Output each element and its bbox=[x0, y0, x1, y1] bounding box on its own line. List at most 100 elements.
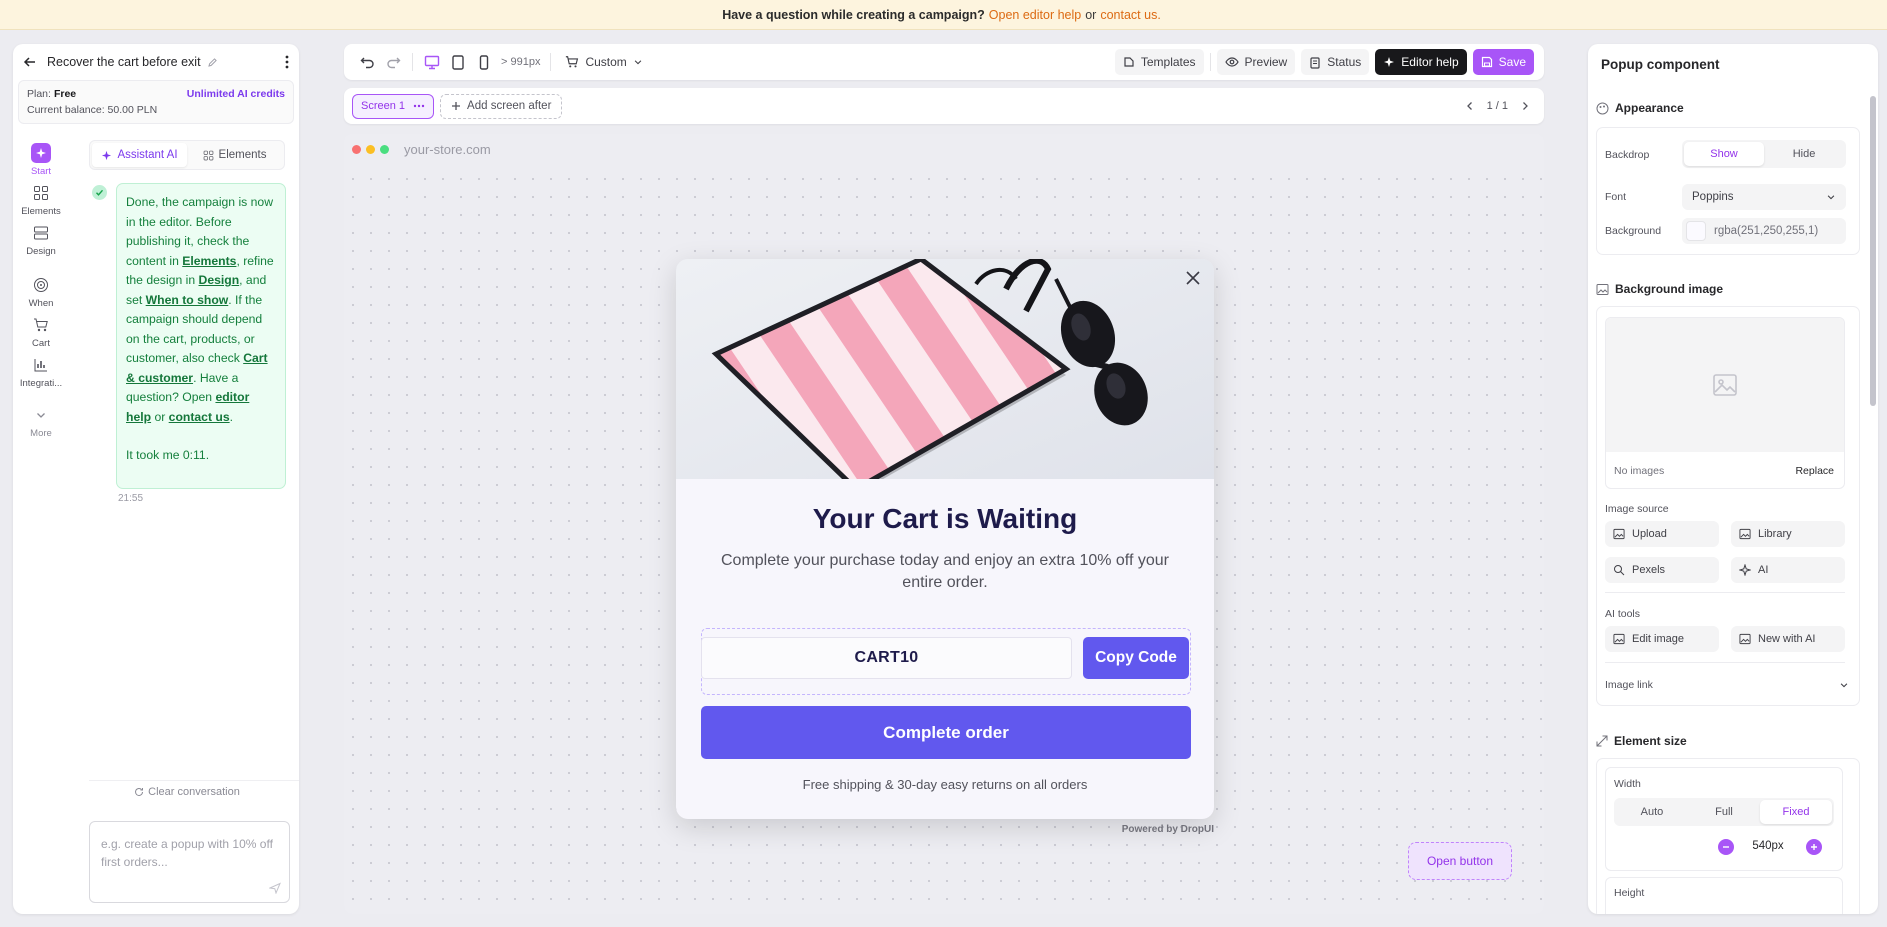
msg-text: . bbox=[229, 409, 234, 424]
credits-link[interactable]: Unlimited AI credits bbox=[187, 88, 285, 100]
popup-image[interactable] bbox=[676, 259, 1214, 479]
background-color-input[interactable]: rgba(251,250,255,1) bbox=[1682, 218, 1846, 244]
link-when-to-show[interactable]: When to show bbox=[146, 293, 229, 307]
editor-help-button[interactable]: Editor help bbox=[1375, 49, 1467, 75]
image-preview[interactable]: No images Replace bbox=[1605, 317, 1845, 489]
preview-label: Preview bbox=[1244, 55, 1288, 69]
rail-label: Design bbox=[26, 246, 56, 257]
rail-item-elements[interactable]: Elements bbox=[13, 180, 69, 220]
cart-mode-dropdown[interactable]: Custom bbox=[557, 49, 650, 75]
chevron-left-icon[interactable] bbox=[1465, 101, 1475, 111]
status-button[interactable]: Status bbox=[1301, 49, 1370, 75]
complete-order-button[interactable]: Complete order bbox=[701, 706, 1191, 759]
rail-item-more[interactable]: More bbox=[13, 402, 69, 442]
pencil-icon[interactable] bbox=[207, 57, 218, 68]
more-horizontal-icon[interactable] bbox=[413, 104, 425, 108]
width-full[interactable]: Full bbox=[1688, 800, 1760, 824]
appearance-heading[interactable]: Appearance bbox=[1596, 101, 1684, 115]
more-vertical-icon[interactable] bbox=[285, 55, 289, 69]
send-icon[interactable] bbox=[269, 882, 281, 894]
properties-panel: Popup component Appearance Backdrop Show… bbox=[1588, 44, 1878, 914]
link-design[interactable]: Design bbox=[199, 273, 240, 287]
appearance-label: Appearance bbox=[1615, 101, 1684, 115]
redo-icon[interactable] bbox=[380, 49, 406, 75]
width-fixed[interactable]: Fixed bbox=[1760, 800, 1832, 824]
desktop-view-icon[interactable] bbox=[419, 49, 445, 75]
backdrop-hide[interactable]: Hide bbox=[1764, 142, 1844, 166]
edit-image-button[interactable]: Edit image bbox=[1605, 626, 1719, 652]
grid-icon bbox=[31, 183, 51, 203]
font-select[interactable]: Poppins bbox=[1682, 184, 1846, 210]
refresh-icon bbox=[134, 787, 144, 797]
background-image-heading[interactable]: Background image bbox=[1596, 282, 1723, 296]
upload-label: Upload bbox=[1632, 528, 1667, 540]
chevron-down-icon bbox=[1839, 680, 1849, 690]
new-with-ai-button[interactable]: New with AI bbox=[1731, 626, 1845, 652]
left-panel-tabs: Assistant AI Elements bbox=[89, 140, 285, 170]
editor-help-link[interactable]: Open editor help bbox=[989, 8, 1081, 22]
popup-subtitle[interactable]: Complete your purchase today and enjoy a… bbox=[704, 550, 1186, 594]
rail-item-start[interactable]: Start bbox=[13, 140, 69, 180]
element-size-heading[interactable]: Element size bbox=[1596, 734, 1687, 748]
add-screen-label: Add screen after bbox=[467, 100, 552, 112]
rail-item-cart[interactable]: Cart bbox=[13, 312, 69, 352]
sparkle-icon bbox=[101, 150, 112, 161]
add-screen-button[interactable]: Add screen after bbox=[440, 93, 563, 119]
chevron-right-icon[interactable] bbox=[1520, 101, 1530, 111]
divider bbox=[1209, 53, 1211, 71]
backdrop-toggle: Show Hide bbox=[1682, 140, 1846, 168]
width-auto[interactable]: Auto bbox=[1616, 800, 1688, 824]
copy-code-button[interactable]: Copy Code bbox=[1083, 637, 1189, 679]
replace-button[interactable]: Replace bbox=[1795, 465, 1834, 477]
rail-item-integrations[interactable]: Integrati... bbox=[13, 352, 69, 392]
ai-source-button[interactable]: AI bbox=[1731, 557, 1845, 583]
popup-title[interactable]: Your Cart is Waiting bbox=[676, 503, 1214, 535]
rail-item-design[interactable]: Design bbox=[13, 220, 69, 260]
backdrop-show[interactable]: Show bbox=[1684, 142, 1764, 166]
banner-or: or bbox=[1085, 7, 1097, 22]
ai-source-label: AI bbox=[1758, 564, 1769, 576]
tab-elements[interactable]: Elements bbox=[187, 143, 282, 167]
editor-canvas[interactable]: your-store.com Your Cart is Waiting Comp… bbox=[344, 134, 1544, 914]
color-swatch[interactable] bbox=[1686, 221, 1706, 241]
preview-button[interactable]: Preview bbox=[1216, 49, 1296, 75]
clear-conversation-button[interactable]: Clear conversation bbox=[89, 786, 285, 798]
plus-icon[interactable] bbox=[1806, 839, 1822, 855]
popup-footer-text[interactable]: Free shipping & 30-day easy returns on a… bbox=[676, 777, 1214, 792]
open-button[interactable]: Open button bbox=[1408, 842, 1512, 880]
mobile-view-icon[interactable] bbox=[471, 49, 497, 75]
upload-button[interactable]: Upload bbox=[1605, 521, 1719, 547]
tab-assistant-ai[interactable]: Assistant AI bbox=[92, 143, 187, 167]
rail-item-when[interactable]: When bbox=[13, 272, 69, 312]
close-icon[interactable] bbox=[1180, 265, 1206, 291]
undo-icon[interactable] bbox=[354, 49, 380, 75]
templates-label: Templates bbox=[1140, 55, 1196, 69]
save-label: Save bbox=[1498, 55, 1526, 69]
message-time: 21:55 bbox=[118, 493, 144, 504]
width-value[interactable]: 540px bbox=[1740, 840, 1796, 852]
link-contact-us[interactable]: contact us bbox=[169, 410, 230, 424]
screen-tab[interactable]: Screen 1 bbox=[352, 93, 435, 119]
prompt-input[interactable]: e.g. create a popup with 10% off first o… bbox=[89, 821, 290, 903]
library-button[interactable]: Library bbox=[1731, 521, 1845, 547]
popup-component[interactable]: Your Cart is Waiting Complete your purch… bbox=[676, 259, 1214, 819]
templates-button[interactable]: Templates bbox=[1114, 49, 1204, 75]
screen-bar: Screen 1 Add screen after 1 / 1 bbox=[344, 88, 1544, 124]
minus-icon[interactable] bbox=[1718, 839, 1734, 855]
back-arrow-icon[interactable] bbox=[23, 55, 37, 69]
window-dot-green bbox=[380, 144, 389, 154]
image-link-row[interactable]: Image link bbox=[1605, 673, 1849, 697]
save-button[interactable]: Save bbox=[1472, 49, 1534, 75]
scrollbar[interactable] bbox=[1870, 96, 1876, 406]
link-elements[interactable]: Elements bbox=[182, 254, 236, 268]
image-placeholder bbox=[1606, 318, 1844, 452]
tablet-view-icon[interactable] bbox=[445, 49, 471, 75]
pexels-button[interactable]: Pexels bbox=[1605, 557, 1719, 583]
grid-icon bbox=[203, 150, 214, 161]
coupon-code[interactable]: CART10 bbox=[701, 637, 1072, 679]
contact-us-link[interactable]: contact us. bbox=[1100, 8, 1160, 22]
search-icon bbox=[1613, 564, 1625, 576]
campaign-title[interactable]: Recover the cart before exit bbox=[47, 55, 275, 69]
width-label: Width bbox=[1614, 778, 1641, 790]
eye-icon bbox=[1224, 56, 1239, 68]
